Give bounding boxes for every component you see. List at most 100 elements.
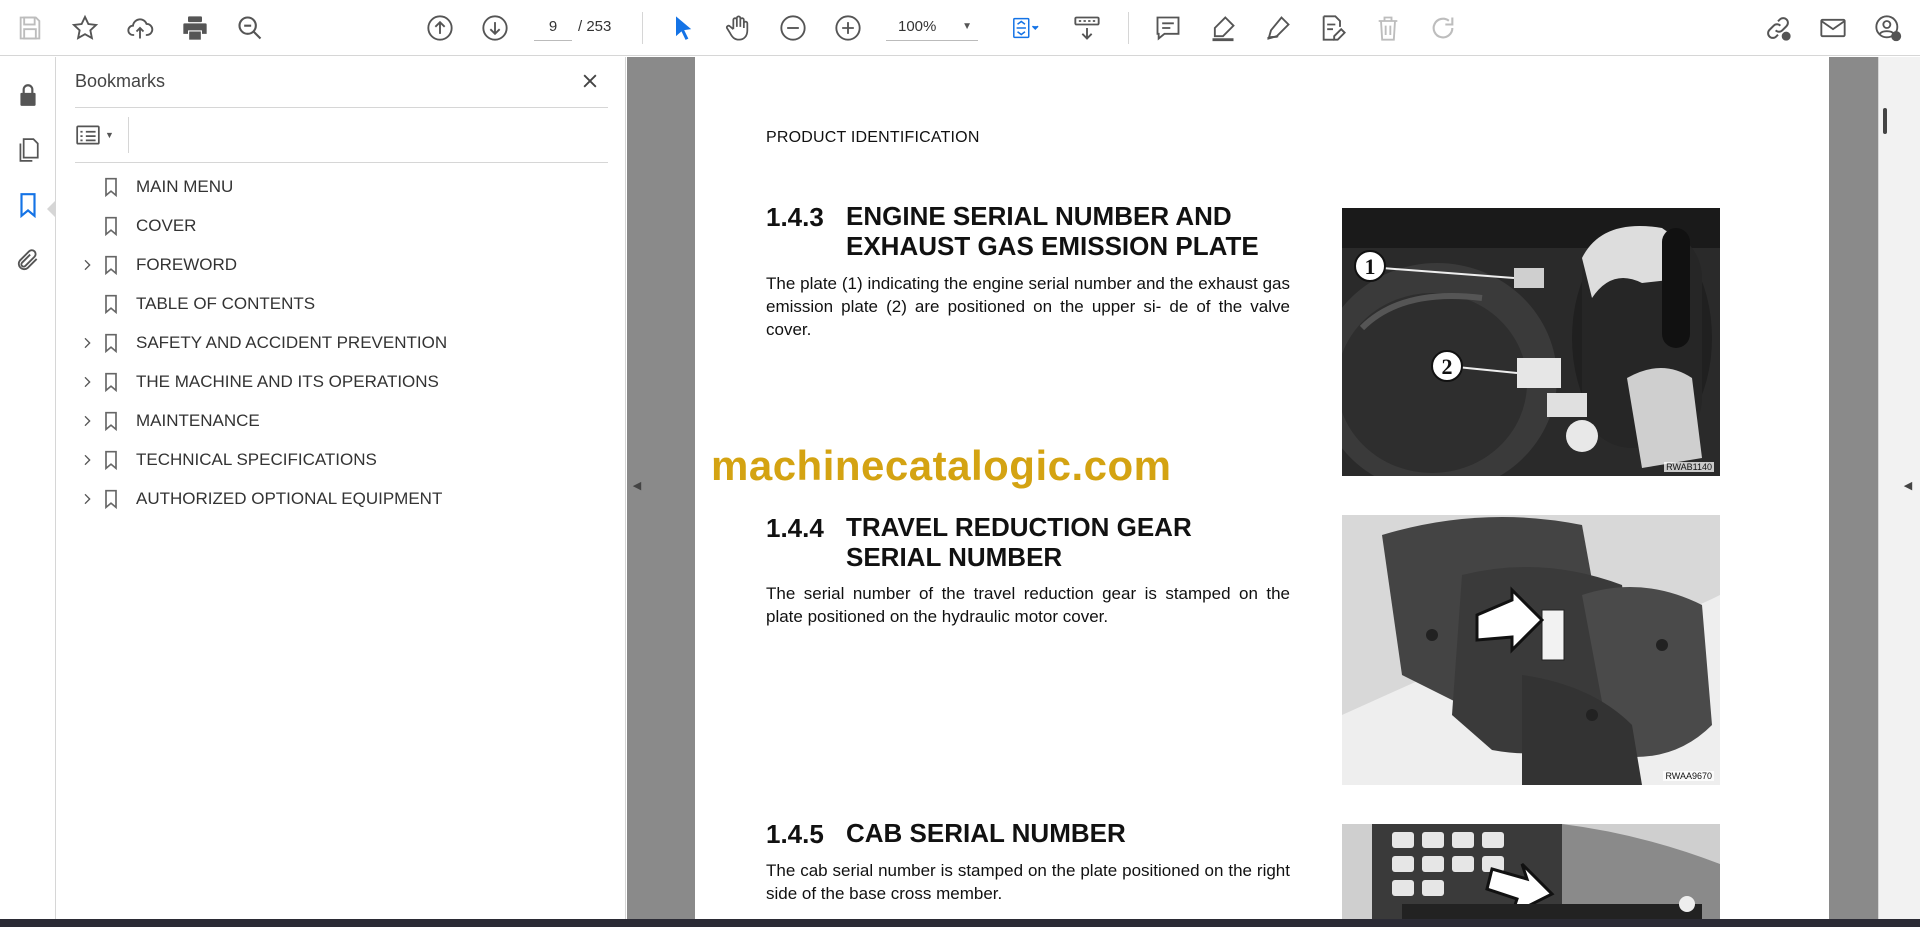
- bookmark-icon: [100, 214, 122, 238]
- chevron-right-icon[interactable]: [76, 371, 98, 393]
- bookmark-item[interactable]: SAFETY AND ACCIDENT PREVENTION: [72, 323, 612, 362]
- print-icon[interactable]: [175, 8, 215, 48]
- account-icon[interactable]: [1868, 8, 1908, 48]
- callout-2: 2: [1442, 354, 1453, 379]
- zoom-select[interactable]: 100% ▼: [886, 13, 978, 41]
- bookmark-item[interactable]: COVER: [72, 206, 612, 245]
- draw-icon[interactable]: [1258, 8, 1298, 48]
- attachment-icon[interactable]: [8, 240, 48, 280]
- scrollbar-thumb[interactable]: [1883, 108, 1887, 134]
- zoom-out-icon[interactable]: [773, 8, 813, 48]
- section-body: The serial number of the travel reductio…: [766, 584, 1290, 626]
- section-body: The cab serial number is stamped on the …: [766, 861, 1290, 903]
- bookmark-item[interactable]: THE MACHINE AND ITS OPERATIONS: [72, 362, 612, 401]
- document-page: PRODUCT IDENTIFICATION 1.4.3 ENGINE SERI…: [695, 57, 1829, 919]
- section-number: 1.4.4: [766, 513, 824, 543]
- zoom-value: 100%: [898, 18, 937, 35]
- bookmark-label: AUTHORIZED OPTIONAL EQUIPMENT: [136, 488, 443, 508]
- delete-icon[interactable]: [1368, 8, 1408, 48]
- bookmark-icon: [100, 487, 122, 511]
- section-title-line: SERIAL NUMBER: [846, 542, 1063, 572]
- page-number-input[interactable]: [534, 13, 572, 41]
- active-rail-indicator: [47, 200, 56, 218]
- bookmark-item[interactable]: MAIN MENU: [72, 167, 612, 206]
- bookmark-icon: [100, 409, 122, 433]
- bookmark-icon: [100, 253, 122, 277]
- bookmark-icon[interactable]: [8, 185, 48, 225]
- page-header: PRODUCT IDENTIFICATION: [766, 129, 980, 146]
- figure-code: RWAA9670: [1663, 771, 1714, 781]
- fit-page-icon[interactable]: [1000, 8, 1050, 48]
- upload-cloud-icon[interactable]: [120, 8, 160, 48]
- bookmark-label: MAIN MENU: [136, 176, 234, 196]
- share-link-icon[interactable]: [1758, 8, 1798, 48]
- page-total: / 253: [578, 18, 612, 35]
- bookmark-icon: [100, 175, 122, 199]
- hand-tool-icon[interactable]: [718, 8, 758, 48]
- chevron-right-icon[interactable]: [76, 449, 98, 471]
- highlight-icon[interactable]: [1203, 8, 1243, 48]
- bookmark-label: TABLE OF CONTENTS: [136, 293, 316, 313]
- section-number: 1.4.3: [766, 202, 824, 232]
- figure-code: RWAB1140: [1664, 462, 1714, 472]
- bookmark-star-icon[interactable]: [65, 8, 105, 48]
- bookmark-icon: [100, 331, 122, 355]
- bookmark-item[interactable]: FOREWORD: [72, 245, 612, 284]
- cab-figure: [1342, 824, 1720, 919]
- chevron-right-icon[interactable]: [76, 254, 98, 276]
- vertical-scrollbar[interactable]: [1880, 57, 1890, 919]
- next-page-icon[interactable]: [475, 8, 515, 48]
- comment-icon[interactable]: [1148, 8, 1188, 48]
- chevron-down-icon: ▼: [962, 21, 972, 32]
- bookmark-icon: [100, 292, 122, 316]
- bookmarks-panel: Bookmarks ▼ MAIN MENU COVER FOREWORD TABLE …: [57, 57, 626, 919]
- bookmark-label: MAINTENANCE: [136, 410, 260, 430]
- prev-page-icon[interactable]: [420, 8, 460, 48]
- section-body: The plate (1) indicating the engine seri…: [766, 274, 1290, 339]
- section-title: CAB SERIAL NUMBER: [846, 818, 1126, 848]
- section-title-line: CAB SERIAL NUMBER: [846, 818, 1126, 848]
- close-icon[interactable]: [576, 67, 604, 95]
- chevron-right-icon[interactable]: [76, 488, 98, 510]
- find-zoom-icon[interactable]: [230, 8, 270, 48]
- watermark: machinecatalogic.com: [711, 442, 1172, 489]
- bookmark-options-button[interactable]: ▼: [75, 117, 123, 153]
- bookmark-label: THE MACHINE AND ITS OPERATIONS: [136, 371, 439, 391]
- expand-right-panel-icon[interactable]: ◀: [1898, 470, 1918, 500]
- bookmark-label: COVER: [136, 215, 197, 235]
- chevron-down-icon: ▼: [105, 130, 114, 140]
- toolbar: / 253 100% ▼: [0, 0, 1920, 56]
- lock-icon[interactable]: [8, 75, 48, 115]
- bookmark-item[interactable]: MAINTENANCE: [72, 401, 612, 440]
- save-icon[interactable]: [10, 8, 50, 48]
- zoom-in-icon[interactable]: [828, 8, 868, 48]
- redo-icon[interactable]: [1423, 8, 1463, 48]
- email-icon[interactable]: [1813, 8, 1853, 48]
- section-title-line: TRAVEL REDUCTION GEAR: [846, 512, 1192, 542]
- bookmark-item[interactable]: AUTHORIZED OPTIONAL EQUIPMENT: [72, 479, 612, 518]
- bookmark-label: FOREWORD: [136, 254, 238, 274]
- bookmark-item[interactable]: TECHNICAL SPECIFICATIONS: [72, 440, 612, 479]
- reduction-gear-figure: RWAA9670: [1342, 515, 1720, 785]
- bookmark-label: TECHNICAL SPECIFICATIONS: [136, 449, 377, 469]
- bookmark-label: SAFETY AND ACCIDENT PREVENTION: [136, 332, 448, 352]
- pages-icon[interactable]: [8, 130, 48, 170]
- select-cursor-icon[interactable]: [663, 8, 703, 48]
- bookmark-icon: [100, 370, 122, 394]
- chevron-right-icon[interactable]: [76, 410, 98, 432]
- panel-title: Bookmarks: [75, 71, 166, 91]
- chevron-right-icon[interactable]: [76, 332, 98, 354]
- taskbar-strip: [0, 919, 1920, 927]
- fill-sign-icon[interactable]: [1313, 8, 1353, 48]
- list-options-icon: [76, 125, 100, 145]
- left-rail: [0, 57, 56, 927]
- scroll-mode-icon[interactable]: [1067, 8, 1107, 48]
- bookmark-list: MAIN MENU COVER FOREWORD TABLE OF CONTENTS S…: [72, 167, 612, 518]
- section-title: ENGINE SERIAL NUMBER AND EXHAUST GAS EMI…: [846, 201, 1259, 261]
- collapse-left-panel-icon[interactable]: ◀: [627, 470, 647, 500]
- bookmark-icon: [100, 448, 122, 472]
- bookmark-item[interactable]: TABLE OF CONTENTS: [72, 284, 612, 323]
